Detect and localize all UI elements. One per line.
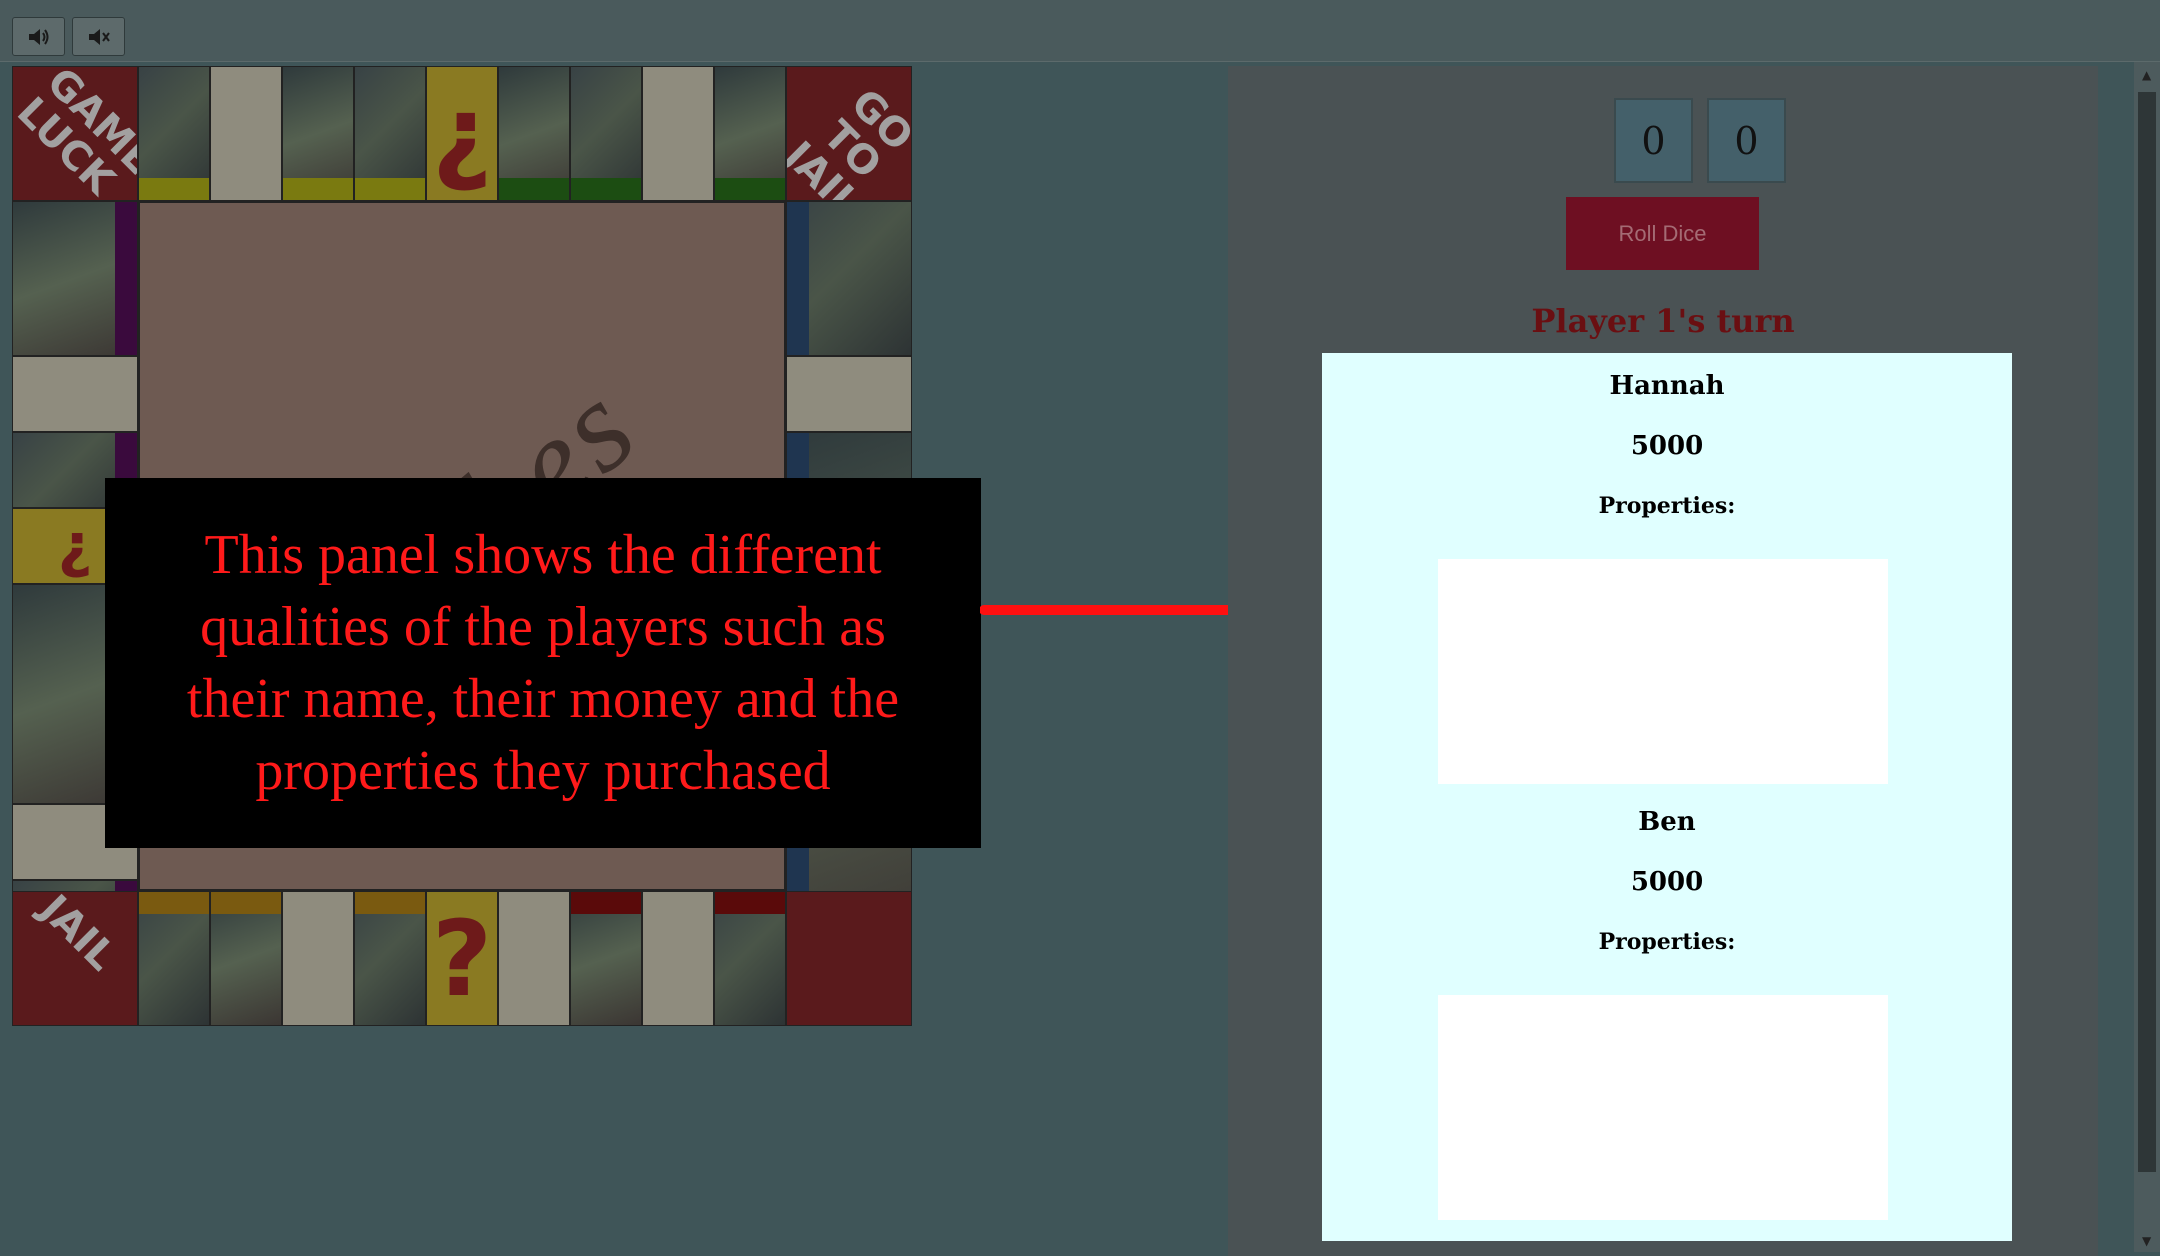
scrollbar-thumb[interactable] [2138,92,2156,1172]
property-tile[interactable] [282,66,354,201]
roll-dice-button[interactable]: Roll Dice [1566,197,1759,270]
chance-symbol: ¿ [431,72,493,195]
corner-jail[interactable]: JAIL [12,891,138,1026]
property-tile[interactable] [498,891,570,1026]
players-panel: Hannah 5000 Properties: Ben 5000 Propert… [1322,353,2012,1241]
player-money: 5000 [1630,431,1704,461]
tutorial-callout: This panel shows the different qualities… [105,478,981,848]
corner-tile[interactable] [786,891,912,1026]
sound-on-button[interactable] [12,17,65,56]
scroll-down-icon[interactable]: ▼ [2142,1234,2151,1248]
corner-jail-label: JAIL [31,891,125,980]
scroll-up-icon[interactable]: ▲ [2142,68,2151,82]
property-tile[interactable] [570,66,642,201]
property-tile[interactable] [642,66,714,201]
page-scrollbar[interactable]: ▲ ▼ [2134,62,2160,1252]
property-tile[interactable] [12,201,138,356]
property-tile[interactable] [498,66,570,201]
chance-symbol: ? [431,897,493,1020]
tutorial-callout-text: This panel shows the different qualities… [186,524,900,802]
sound-mute-button[interactable] [72,17,125,56]
player-properties-list [1438,559,1888,784]
property-tile[interactable] [714,66,786,201]
die-1: 0 [1614,98,1693,183]
turn-indicator: Player 1's turn [1531,302,1795,340]
die-2: 0 [1707,98,1786,183]
chance-tile[interactable]: ? [426,891,498,1026]
dice-row: 0 0 [1614,98,1786,183]
property-tile[interactable] [354,891,426,1026]
property-tile[interactable] [786,356,912,432]
property-tile[interactable] [570,891,642,1026]
corner-game-luck[interactable]: GAME LUCK [12,66,138,201]
property-tile[interactable] [786,201,912,356]
player-properties-list [1438,995,1888,1220]
chance-tile[interactable]: ¿ [426,66,498,201]
player-name: Hannah [1609,371,1725,401]
top-toolbar [0,0,2160,62]
property-tile[interactable] [138,66,210,201]
game-side-panel: 0 0 Roll Dice Player 1's turn Hannah 500… [1228,66,2098,1256]
player-properties-label: Properties: [1598,929,1736,955]
property-tile[interactable] [210,891,282,1026]
speaker-mute-icon [88,28,110,45]
chance-symbol: ¿ [57,511,93,581]
player-money: 5000 [1630,867,1704,897]
property-tile[interactable] [210,66,282,201]
speaker-on-icon [28,28,48,45]
corner-go-to-jail[interactable]: GO TO JAIL [786,66,912,201]
property-tile[interactable] [642,891,714,1026]
player-properties-label: Properties: [1598,493,1736,519]
property-tile[interactable] [138,891,210,1026]
property-tile[interactable] [354,66,426,201]
property-tile[interactable] [714,891,786,1026]
corner-go-to-jail-label: GO TO JAIL [786,80,912,201]
corner-game-luck-label: GAME LUCK [12,66,138,201]
property-tile[interactable] [282,891,354,1026]
player-name: Ben [1638,807,1696,837]
property-tile[interactable] [12,356,138,432]
